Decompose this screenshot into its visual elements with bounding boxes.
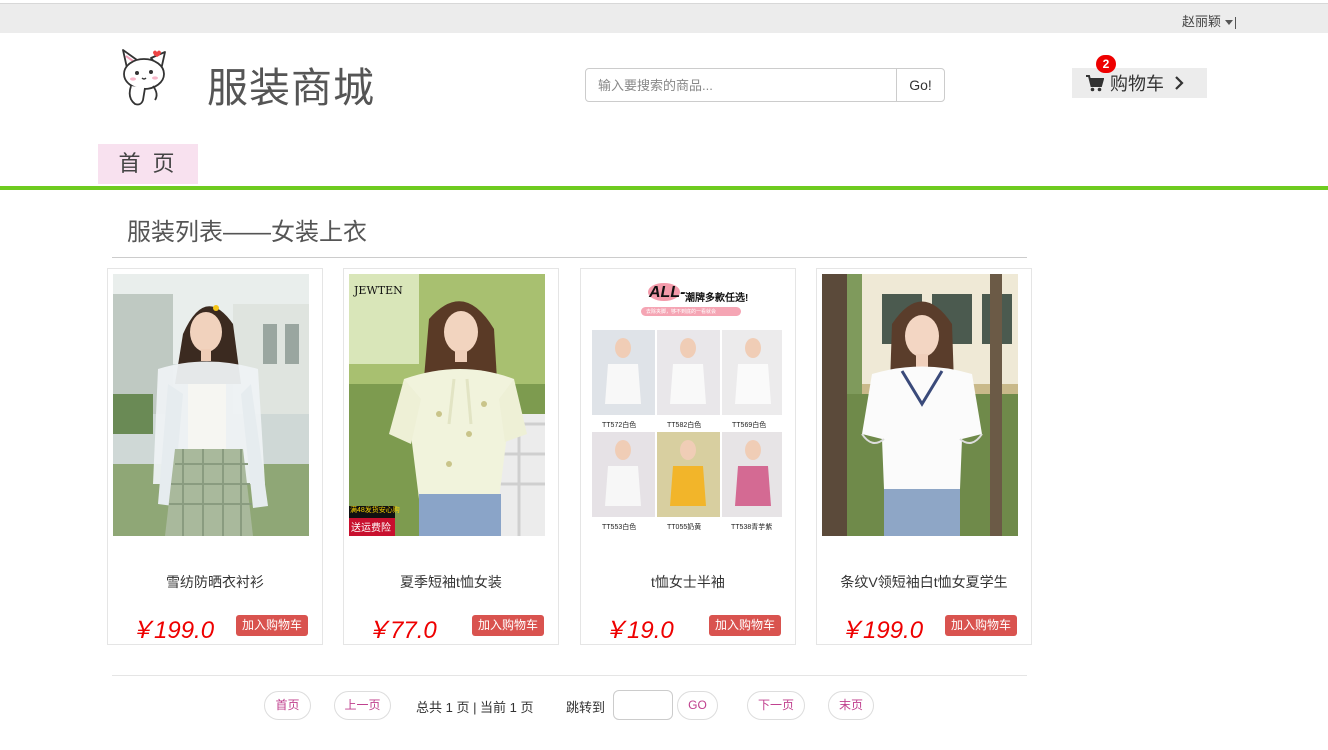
image-code: TT538青芋紫 [731,524,773,531]
go-button[interactable]: GO [677,691,718,720]
image-tag: 满48发货安心购 [350,507,400,514]
nav-divider [0,186,1328,190]
product-price: ￥199.0 [130,617,215,644]
product-photo-floral-top [349,274,545,536]
page-jump-input[interactable] [613,690,673,720]
divider [1235,16,1236,29]
product-photo-chiffon-shirt [113,274,309,536]
jump-label: 跳转到 [566,700,606,715]
product-name[interactable]: 条纹V领短袖白t恤女夏学生 [817,572,1031,592]
product-image[interactable] [822,274,1018,536]
product-price: ￥19.0 [603,617,674,644]
section-divider [112,257,1027,258]
username: 赵丽颖 [1181,14,1221,29]
product-name[interactable]: t恤女士半袖 [581,572,795,592]
section-title: 服装列表——女装上衣 [127,219,367,246]
product-card: 雪纺防晒衣衬衫 ￥199.0 加入购物车 [107,268,323,645]
page-info: 总共 1 页 | 当前 1 页 [416,700,534,715]
prev-page-button[interactable]: 上一页 [334,691,391,720]
product-card: 条纹V领短袖白t恤女夏学生 ￥199.0 加入购物车 [816,268,1032,645]
site-title: 服装商城 [207,64,375,112]
pagination-divider [112,675,1027,676]
image-headline: 潮牌多款任选! [685,293,749,304]
image-code: TT582白色 [667,422,702,429]
nav-home[interactable]: 首 页 [98,144,198,184]
image-tag: 送运费险 [351,523,391,534]
product-image[interactable]: JEWTEN 满48发货安心购 送运费险 [349,274,545,536]
product-name[interactable]: 夏季短袖t恤女装 [344,572,558,592]
product-price: ￥77.0 [366,617,437,644]
product-image[interactable]: ALL- 潮牌多款任选! 去除夹脚，够不到底的一看就会 TT572白色 TT58… [586,274,782,536]
search-button[interactable]: Go! [896,68,945,102]
add-to-cart-button[interactable]: 加入购物车 [472,615,544,636]
add-to-cart-button[interactable]: 加入购物车 [709,615,781,636]
add-to-cart-button[interactable]: 加入购物车 [236,615,308,636]
last-page-button[interactable]: 末页 [828,691,874,720]
image-code: TT569白色 [732,422,767,429]
cart-count-badge: 2 [1096,55,1116,73]
first-page-button[interactable]: 首页 [264,691,311,720]
image-code: TT055奶黄 [667,524,702,531]
product-image[interactable] [113,274,309,536]
search-input[interactable] [585,68,897,102]
caret-down-icon [1225,20,1233,26]
top-bar: 赵丽颖 [0,3,1328,33]
image-code: TT572白色 [602,422,637,429]
product-price: ￥199.0 [839,617,924,644]
image-subline: 去除夹脚，够不到底的一看就会 [646,309,717,315]
site-logo[interactable] [113,46,173,108]
cart-button[interactable]: 购物车 [1072,68,1207,98]
add-to-cart-button[interactable]: 加入购物车 [945,615,1017,636]
product-photo-vneck-tee [822,274,1018,536]
image-code: TT553白色 [602,524,637,531]
next-page-button[interactable]: 下一页 [747,691,805,720]
image-badge: ALL- [649,284,686,301]
shopping-cart-icon [1086,74,1104,91]
brand-watermark: JEWTEN [354,284,403,297]
product-card: JEWTEN 满48发货安心购 送运费险 夏季短袖t恤女装 ￥77.0 加入购物… [343,268,559,645]
chevron-right-icon [1175,76,1184,90]
user-menu[interactable]: 赵丽颖 [1182,11,1236,30]
product-name[interactable]: 雪纺防晒衣衬衫 [108,572,322,592]
cat-logo-icon [122,49,166,106]
product-card: ALL- 潮牌多款任选! 去除夹脚，够不到底的一看就会 TT572白色 TT58… [580,268,796,645]
cart-label: 购物车 [1110,74,1164,94]
